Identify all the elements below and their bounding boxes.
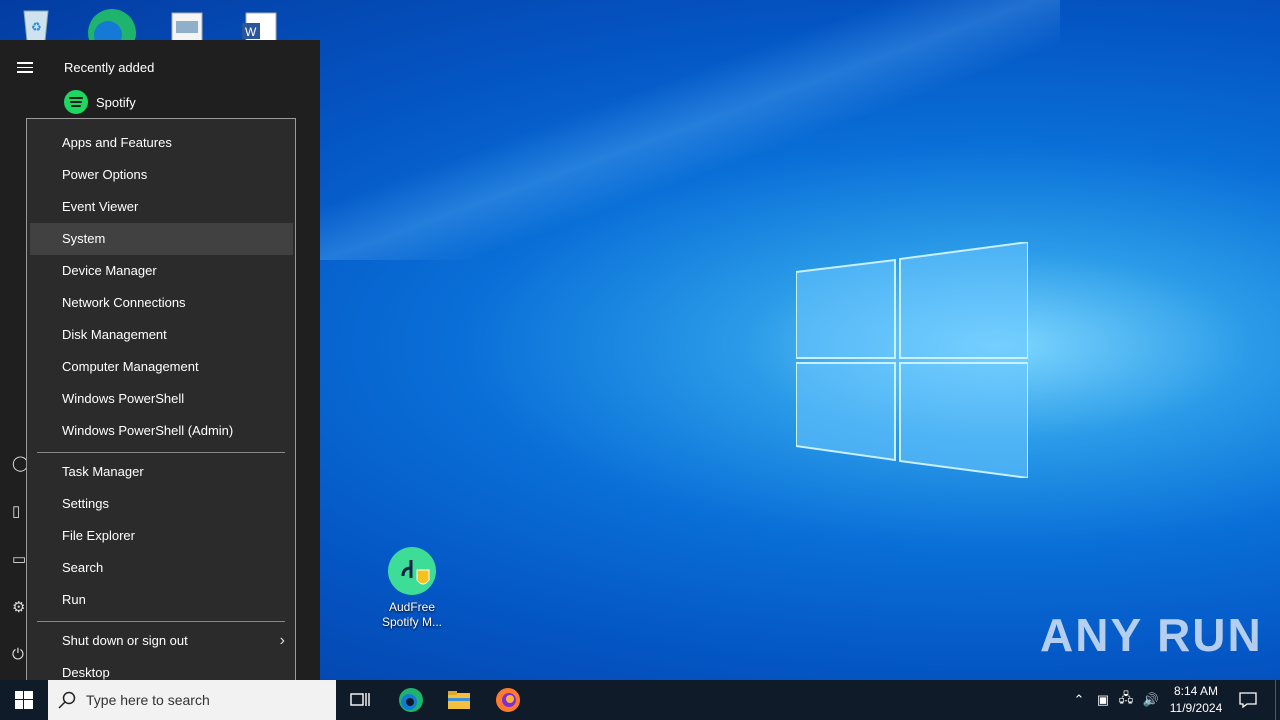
notification-center-icon[interactable] [1236, 680, 1260, 720]
audfree-desktop-icon[interactable]: AudFree Spotify M... [377, 546, 447, 630]
start-button[interactable] [0, 680, 48, 720]
menu-item-disk-management[interactable]: Disk Management [30, 319, 293, 351]
menu-item-search[interactable]: Search [30, 552, 293, 584]
menu-item-file-explorer[interactable]: File Explorer [30, 520, 293, 552]
menu-separator [37, 452, 285, 453]
clock-date: 11/9/2024 [1169, 701, 1223, 715]
menu-item-windows-powershell[interactable]: Windows PowerShell [30, 383, 293, 415]
menu-item-run[interactable]: Run [30, 584, 293, 616]
task-view-icon[interactable] [344, 684, 376, 716]
menu-item-system[interactable]: System [30, 223, 293, 255]
start-app-spotify-label: Spotify [96, 94, 136, 110]
search-icon [58, 691, 76, 709]
menu-item-event-viewer[interactable]: Event Viewer [30, 191, 293, 223]
show-desktop-button[interactable] [1275, 680, 1280, 720]
svg-text:♻: ♻ [31, 20, 42, 34]
menu-item-power-options[interactable]: Power Options [30, 159, 293, 191]
menu-separator [37, 621, 285, 622]
menu-item-device-manager[interactable]: Device Manager [30, 255, 293, 287]
word-desktop-icon[interactable]: W [240, 5, 280, 44]
wallpaper-beam [300, 0, 1060, 260]
menu-item-shut-down-label: Shut down or sign out [62, 633, 188, 648]
start-app-spotify[interactable]: Spotify [64, 90, 136, 114]
edge-taskbar-icon[interactable] [395, 684, 427, 716]
menu-item-windows-powershell-admin[interactable]: Windows PowerShell (Admin) [30, 415, 293, 447]
menu-item-task-manager[interactable]: Task Manager [30, 456, 293, 488]
volume-icon[interactable]: 🔊 [1140, 680, 1162, 720]
chevron-right-icon: › [279, 632, 285, 649]
search-placeholder: Type here to search [86, 692, 210, 708]
meet-now-icon[interactable]: ▣ [1093, 680, 1113, 720]
menu-item-shut-down-or-sign-out[interactable]: Shut down or sign out › [30, 625, 293, 657]
audfree-icon [388, 547, 436, 595]
edge-desktop-icon[interactable] [88, 5, 136, 57]
network-icon[interactable]: 🖧 [1116, 680, 1136, 720]
system-clock[interactable]: 8:14 AM 11/9/2024 [1160, 683, 1232, 717]
audfree-label-2: Spotify M... [381, 615, 443, 629]
svg-text:W: W [245, 25, 257, 39]
hamburger-menu-icon[interactable] [17, 62, 33, 74]
document-desktop-icon[interactable] [168, 5, 208, 44]
windows-logo-wallpaper [796, 242, 1028, 478]
menu-item-network-connections[interactable]: Network Connections [30, 287, 293, 319]
recently-added-heading: Recently added [64, 60, 155, 75]
clock-time: 8:14 AM [1173, 684, 1219, 698]
recycle-bin-icon[interactable]: ♻ [16, 5, 56, 42]
anyrun-watermark: ANY RUN [1040, 609, 1263, 661]
spotify-icon [64, 90, 88, 114]
audfree-label-1: AudFree [388, 600, 436, 614]
windows-start-icon [15, 691, 33, 709]
menu-item-apps-and-features[interactable]: Apps and Features [30, 127, 293, 159]
taskbar-search-box[interactable]: Type here to search [48, 680, 336, 720]
menu-item-computer-management[interactable]: Computer Management [30, 351, 293, 383]
file-explorer-icon[interactable] [443, 684, 475, 716]
taskbar: Type here to search ⌃ ▣ 🖧 🔊 8:14 AM 11/9… [0, 680, 1280, 720]
firefox-icon[interactable] [492, 684, 524, 716]
menu-item-settings[interactable]: Settings [30, 488, 293, 520]
show-hidden-icons-chevron-icon[interactable]: ⌃ [1068, 680, 1090, 720]
winx-context-menu: Apps and Features Power Options Event Vi… [26, 118, 296, 698]
